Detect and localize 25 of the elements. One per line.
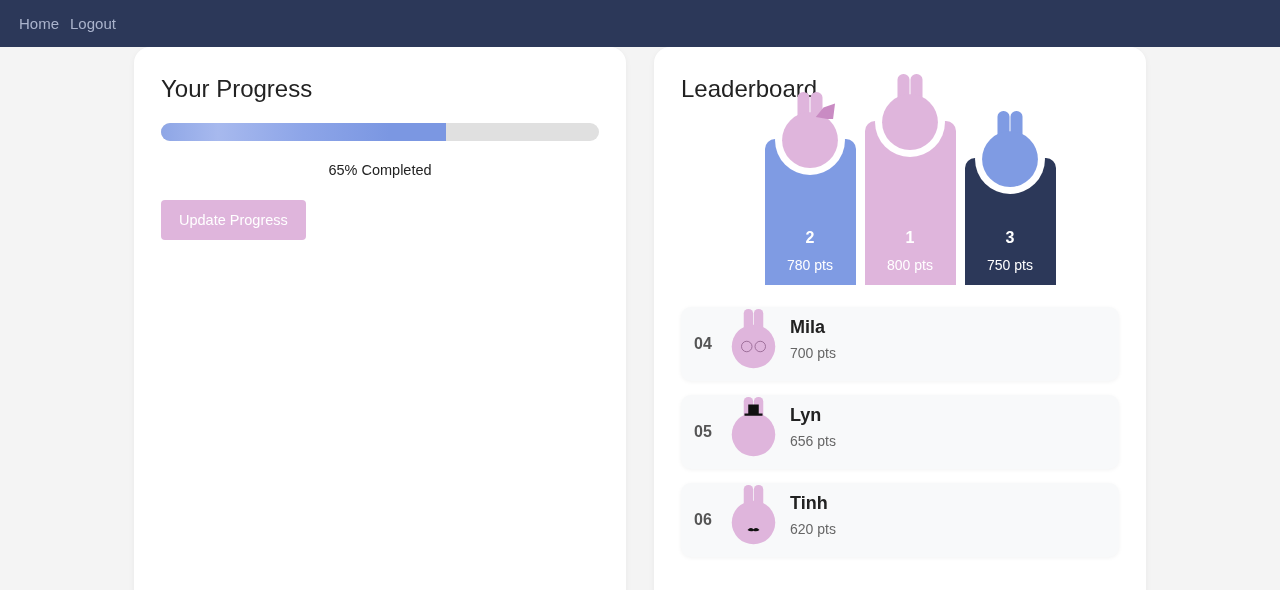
bunny-avatar-icon (881, 74, 939, 151)
bunny-avatar-icon (731, 485, 776, 545)
player-points: 656 pts (790, 433, 836, 449)
bunny-avatar-icon (981, 111, 1039, 188)
bunny-avatar-icon (731, 309, 776, 369)
player-name: Lyn (790, 405, 823, 426)
progress-label: 65% Completed (327, 162, 433, 178)
rank-number: 06 (694, 511, 713, 529)
podium-rank: 2 (805, 229, 815, 247)
player-name: Tinh (790, 493, 829, 514)
player-points: 700 pts (790, 345, 836, 361)
nav-link[interactable]: Logout (70, 15, 116, 32)
player-points: 620 pts (790, 521, 836, 537)
card-title: Leaderboard (681, 74, 819, 104)
rank-number: 04 (694, 335, 713, 353)
card-title: Your Progress (161, 74, 314, 104)
podium-rank: 3 (1005, 229, 1015, 247)
player-name: Mila (790, 317, 826, 338)
podium-points: 780 pts (787, 257, 833, 273)
rank-number: 05 (694, 423, 713, 441)
podium-points: 800 pts (887, 257, 933, 273)
podium-points: 750 pts (987, 257, 1033, 273)
nav-link[interactable]: Home (19, 15, 59, 32)
bunny-avatar-icon (731, 397, 776, 457)
podium-rank: 1 (905, 229, 915, 247)
